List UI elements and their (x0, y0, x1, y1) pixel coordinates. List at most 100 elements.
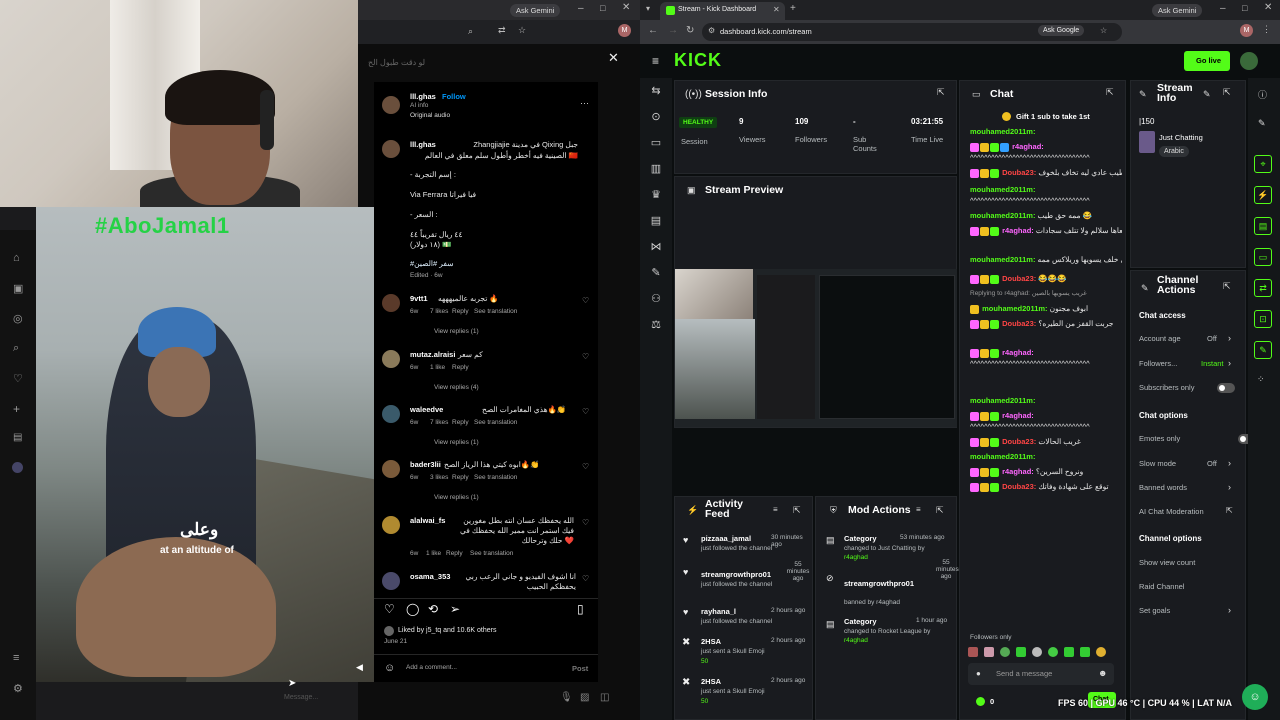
hamburger-icon[interactable]: ≡ (652, 54, 659, 68)
post-button[interactable]: Post (572, 664, 588, 673)
chevron-right-icon[interactable]: › (1228, 605, 1231, 615)
comment-avatar[interactable] (382, 572, 400, 590)
chevron-right-icon[interactable]: › (1228, 358, 1231, 368)
chat-username[interactable]: Douba23: (1002, 482, 1036, 491)
tab-list-icon[interactable]: ▾ (646, 4, 650, 13)
sticker-icon[interactable]: ◫ (600, 692, 609, 703)
emote-icon[interactable] (1080, 647, 1090, 657)
see-translation[interactable]: See translation (470, 550, 513, 557)
chevron-right-icon[interactable]: › (1228, 458, 1231, 468)
set-goals-label[interactable]: Set goals (1139, 606, 1170, 615)
payout-icon[interactable]: ⚖ (648, 318, 664, 332)
chevron-right-icon[interactable]: › (1228, 333, 1231, 343)
pencil-icon[interactable]: ✎ (1258, 118, 1266, 129)
like-comment-icon[interactable]: ♡ (582, 518, 589, 527)
quick-action-note-icon[interactable]: ▤ (1254, 217, 1272, 235)
activity-user[interactable]: streamgrowthpro01 (701, 570, 771, 579)
chat-username[interactable]: mouhamed2011m: (970, 185, 1035, 194)
chat-username[interactable]: Douba23: (1002, 319, 1036, 328)
see-translation[interactable]: See translation (474, 474, 517, 481)
post-author[interactable]: lll.ghas (410, 92, 436, 101)
comment-user[interactable]: osama_353 (410, 572, 450, 581)
pencil-icon[interactable]: ✎ (1203, 89, 1211, 100)
filter-icon[interactable]: ≡ (916, 505, 921, 514)
emoji-icon[interactable]: ☺ (384, 662, 395, 674)
heart-nav-icon[interactable]: ♡ (13, 372, 23, 385)
emoji-picker-icon[interactable]: ☻ (1098, 668, 1107, 678)
followers-mode-label[interactable]: Followers... (1139, 359, 1177, 368)
comment-avatar[interactable] (382, 405, 400, 423)
community-icon[interactable]: ⚇ (648, 292, 664, 306)
create-icon[interactable]: + (13, 402, 20, 416)
external-link-icon[interactable]: ⇱ (1226, 506, 1233, 515)
chrome-menu-icon[interactable]: ⋮ (1262, 24, 1271, 35)
image-icon[interactable]: ▨ (580, 692, 589, 703)
quick-action-clear-icon[interactable]: ⊡ (1254, 310, 1272, 328)
forward-icon[interactable]: → (668, 25, 678, 36)
tab-kick[interactable]: Stream - Kick Dashboard ✕ (660, 2, 785, 20)
liked-by[interactable]: Liked by j5_tq and 10.6K others (398, 627, 496, 634)
user-avatar[interactable] (1240, 52, 1258, 70)
comment-user[interactable]: alalwai_fs (410, 516, 445, 525)
like-post-icon[interactable]: ♡ (384, 602, 395, 616)
emote-icon[interactable] (1000, 647, 1010, 657)
more-actions-icon[interactable]: ⁘ (1257, 374, 1265, 385)
banned-words-label[interactable]: Banned words (1139, 483, 1187, 492)
comment-likes[interactable]: 3 likes (430, 474, 448, 481)
see-translation[interactable]: See translation (474, 419, 517, 426)
pinned-gift[interactable]: Gift 1 sub to take 1st (1016, 112, 1090, 121)
close-icon[interactable]: ✕ (1264, 2, 1272, 13)
account-age-value[interactable]: Off (1207, 334, 1217, 343)
like-comment-icon[interactable]: ♡ (582, 296, 589, 305)
video-icon[interactable]: ▤ (648, 214, 664, 228)
activity-user[interactable]: 2HSA (701, 677, 721, 686)
quick-action-raid-icon[interactable]: ⇄ (1254, 279, 1272, 297)
chart-icon[interactable]: ⋈ (648, 240, 664, 254)
chat-username[interactable]: mouhamed2011m: (970, 127, 1035, 136)
chat-username[interactable]: mouhamed2011m: (982, 304, 1047, 313)
chat-username[interactable]: r4aghad: (1002, 348, 1034, 357)
quick-action-tool-icon[interactable]: ✎ (1254, 341, 1272, 359)
like-comment-icon[interactable]: ♡ (582, 462, 589, 471)
slow-mode-label[interactable]: Slow mode (1139, 459, 1176, 468)
reload-icon[interactable]: ↻ (686, 25, 694, 36)
repost-icon[interactable]: ⟲ (428, 602, 438, 616)
chat-username[interactable]: Douba23: (1002, 168, 1036, 177)
emote-icon[interactable] (1064, 647, 1074, 657)
menu-icon[interactable]: ≡ (13, 652, 19, 664)
emote-icon[interactable] (1016, 647, 1026, 657)
emote-icon[interactable] (1096, 647, 1106, 657)
comment-user[interactable]: 9vtt1 (410, 294, 428, 303)
view-replies[interactable]: View replies (4) (434, 384, 479, 391)
like-comment-icon[interactable]: ♡ (582, 352, 589, 361)
chat-username[interactable]: mouhamed2011m: (970, 396, 1035, 405)
chat-username[interactable]: mouhamed2011m: (970, 452, 1035, 461)
original-audio[interactable]: Original audio (410, 112, 450, 119)
like-comment-icon[interactable]: ♡ (582, 407, 589, 416)
comment-likes[interactable]: 1 like (426, 550, 441, 557)
profile-avatar[interactable]: M (1240, 24, 1253, 37)
new-tab-icon[interactable]: + (790, 3, 796, 14)
like-comment-icon[interactable]: ♡ (582, 574, 589, 583)
chat-username[interactable]: r4aghad: (1012, 142, 1044, 151)
quick-action-chat-icon[interactable]: ▭ (1254, 248, 1272, 266)
reply-button[interactable]: Reply (452, 364, 469, 371)
followers-mode-value[interactable]: Instant (1201, 359, 1224, 368)
collapse-icon[interactable]: ⇆ (648, 84, 664, 98)
mod-item-line2[interactable]: r4aghad (844, 637, 868, 644)
filter-icon[interactable]: ≡ (773, 505, 778, 514)
profile-avatar[interactable]: M (618, 24, 631, 37)
popout-icon[interactable]: ⇱ (1223, 87, 1231, 98)
quick-action-scan-icon[interactable]: ⌖ (1254, 155, 1272, 173)
chat-username[interactable]: r4aghad: (1002, 226, 1034, 235)
chevron-right-icon[interactable]: › (1228, 482, 1231, 492)
ask-gemini-button[interactable]: Ask Gemini (1152, 4, 1203, 17)
caption-hashtag[interactable]: #سفر #الصين (410, 259, 454, 268)
comment-avatar[interactable] (382, 294, 400, 312)
tab-close-icon[interactable]: ✕ (773, 5, 780, 14)
follow-button[interactable]: Follow (442, 92, 466, 101)
mic-icon[interactable]: 🎙 (560, 692, 573, 703)
reply-button[interactable]: Reply (452, 419, 469, 426)
bookmark-star-icon[interactable]: ☆ (518, 25, 526, 36)
url-bar[interactable]: ⚙ dashboard.kick.com/stream Ask Google ☆ (702, 23, 1122, 41)
